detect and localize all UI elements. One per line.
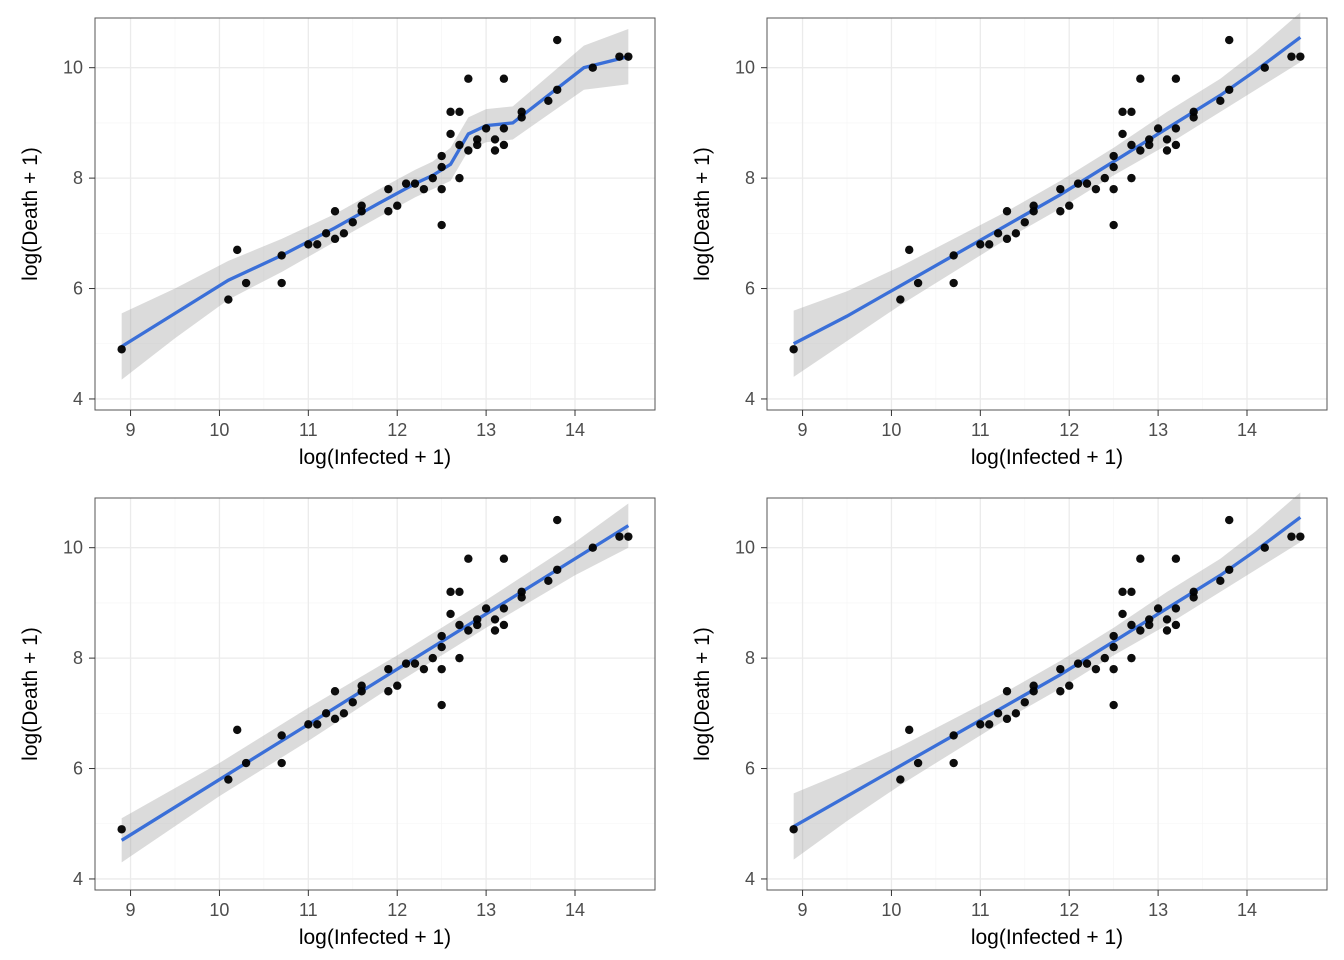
x-tick-label: 13 — [476, 900, 496, 920]
x-tick-label: 9 — [798, 420, 808, 440]
y-tick-label: 4 — [745, 389, 755, 409]
x-axis-title: log(Infected + 1) — [971, 926, 1123, 949]
panel-4: 9 10 11 12 13 14 4 6 8 10 log(Infected + 1) log(Dea… — [672, 480, 1344, 960]
y-axis-title: log(Death + 1) — [19, 627, 42, 761]
x-tick-label: 11 — [299, 420, 318, 440]
x-tick-label: 10 — [881, 420, 901, 440]
y-axis-title: log(Death + 1) — [691, 147, 714, 281]
y-tick-label: 4 — [73, 389, 83, 409]
x-tick-label: 11 — [971, 900, 990, 920]
x-tick-label: 12 — [1059, 900, 1079, 920]
panel-2: 9 10 11 12 13 14 4 6 8 10 log(Infected + 1) log(Dea… — [672, 0, 1344, 480]
x-tick-label: 12 — [387, 900, 407, 920]
y-tick-label: 4 — [745, 869, 755, 889]
x-tick-label: 10 — [881, 900, 901, 920]
y-tick-label: 8 — [745, 648, 755, 668]
y-axis-title: log(Death + 1) — [691, 627, 714, 761]
x-tick-label: 12 — [1059, 420, 1079, 440]
y-tick-label: 6 — [745, 279, 755, 299]
x-tick-label: 9 — [798, 900, 808, 920]
x-tick-label: 14 — [565, 420, 585, 440]
x-tick-label: 13 — [1148, 900, 1168, 920]
y-tick-label: 4 — [73, 869, 83, 889]
y-tick-label: 8 — [73, 648, 83, 668]
panel-1: 9 10 11 12 13 14 4 6 8 10 log(Infected + 1) log(Dea… — [0, 0, 672, 480]
y-tick-label: 10 — [735, 58, 755, 78]
x-tick-label: 12 — [387, 420, 407, 440]
y-tick-label: 10 — [63, 58, 83, 78]
y-axis-title: log(Death + 1) — [19, 147, 42, 281]
y-tick-label: 8 — [73, 168, 83, 188]
x-tick-label: 13 — [476, 420, 496, 440]
x-tick-label: 14 — [1237, 900, 1257, 920]
x-tick-label: 9 — [126, 900, 136, 920]
x-axis-title: log(Infected + 1) — [299, 446, 451, 469]
x-tick-label: 9 — [126, 420, 136, 440]
x-tick-label: 10 — [209, 900, 229, 920]
x-tick-label: 13 — [1148, 420, 1168, 440]
y-tick-label: 8 — [745, 168, 755, 188]
chart-grid: 9 10 11 12 13 14 4 6 8 10 log(Infected + 1) log(Dea… — [0, 0, 1344, 960]
x-tick-label: 11 — [299, 900, 318, 920]
x-tick-label: 10 — [209, 420, 229, 440]
x-tick-label: 14 — [1237, 420, 1257, 440]
y-tick-label: 6 — [73, 279, 83, 299]
panel-3: 9 10 11 12 13 14 4 6 8 10 log(Infected + 1) log(Dea… — [0, 480, 672, 960]
x-tick-label: 11 — [971, 420, 990, 440]
x-axis-title: log(Infected + 1) — [971, 446, 1123, 469]
y-tick-label: 6 — [73, 759, 83, 779]
y-tick-label: 6 — [745, 759, 755, 779]
x-axis-title: log(Infected + 1) — [299, 926, 451, 949]
y-tick-label: 10 — [735, 538, 755, 558]
y-tick-label: 10 — [63, 538, 83, 558]
x-tick-label: 14 — [565, 900, 585, 920]
